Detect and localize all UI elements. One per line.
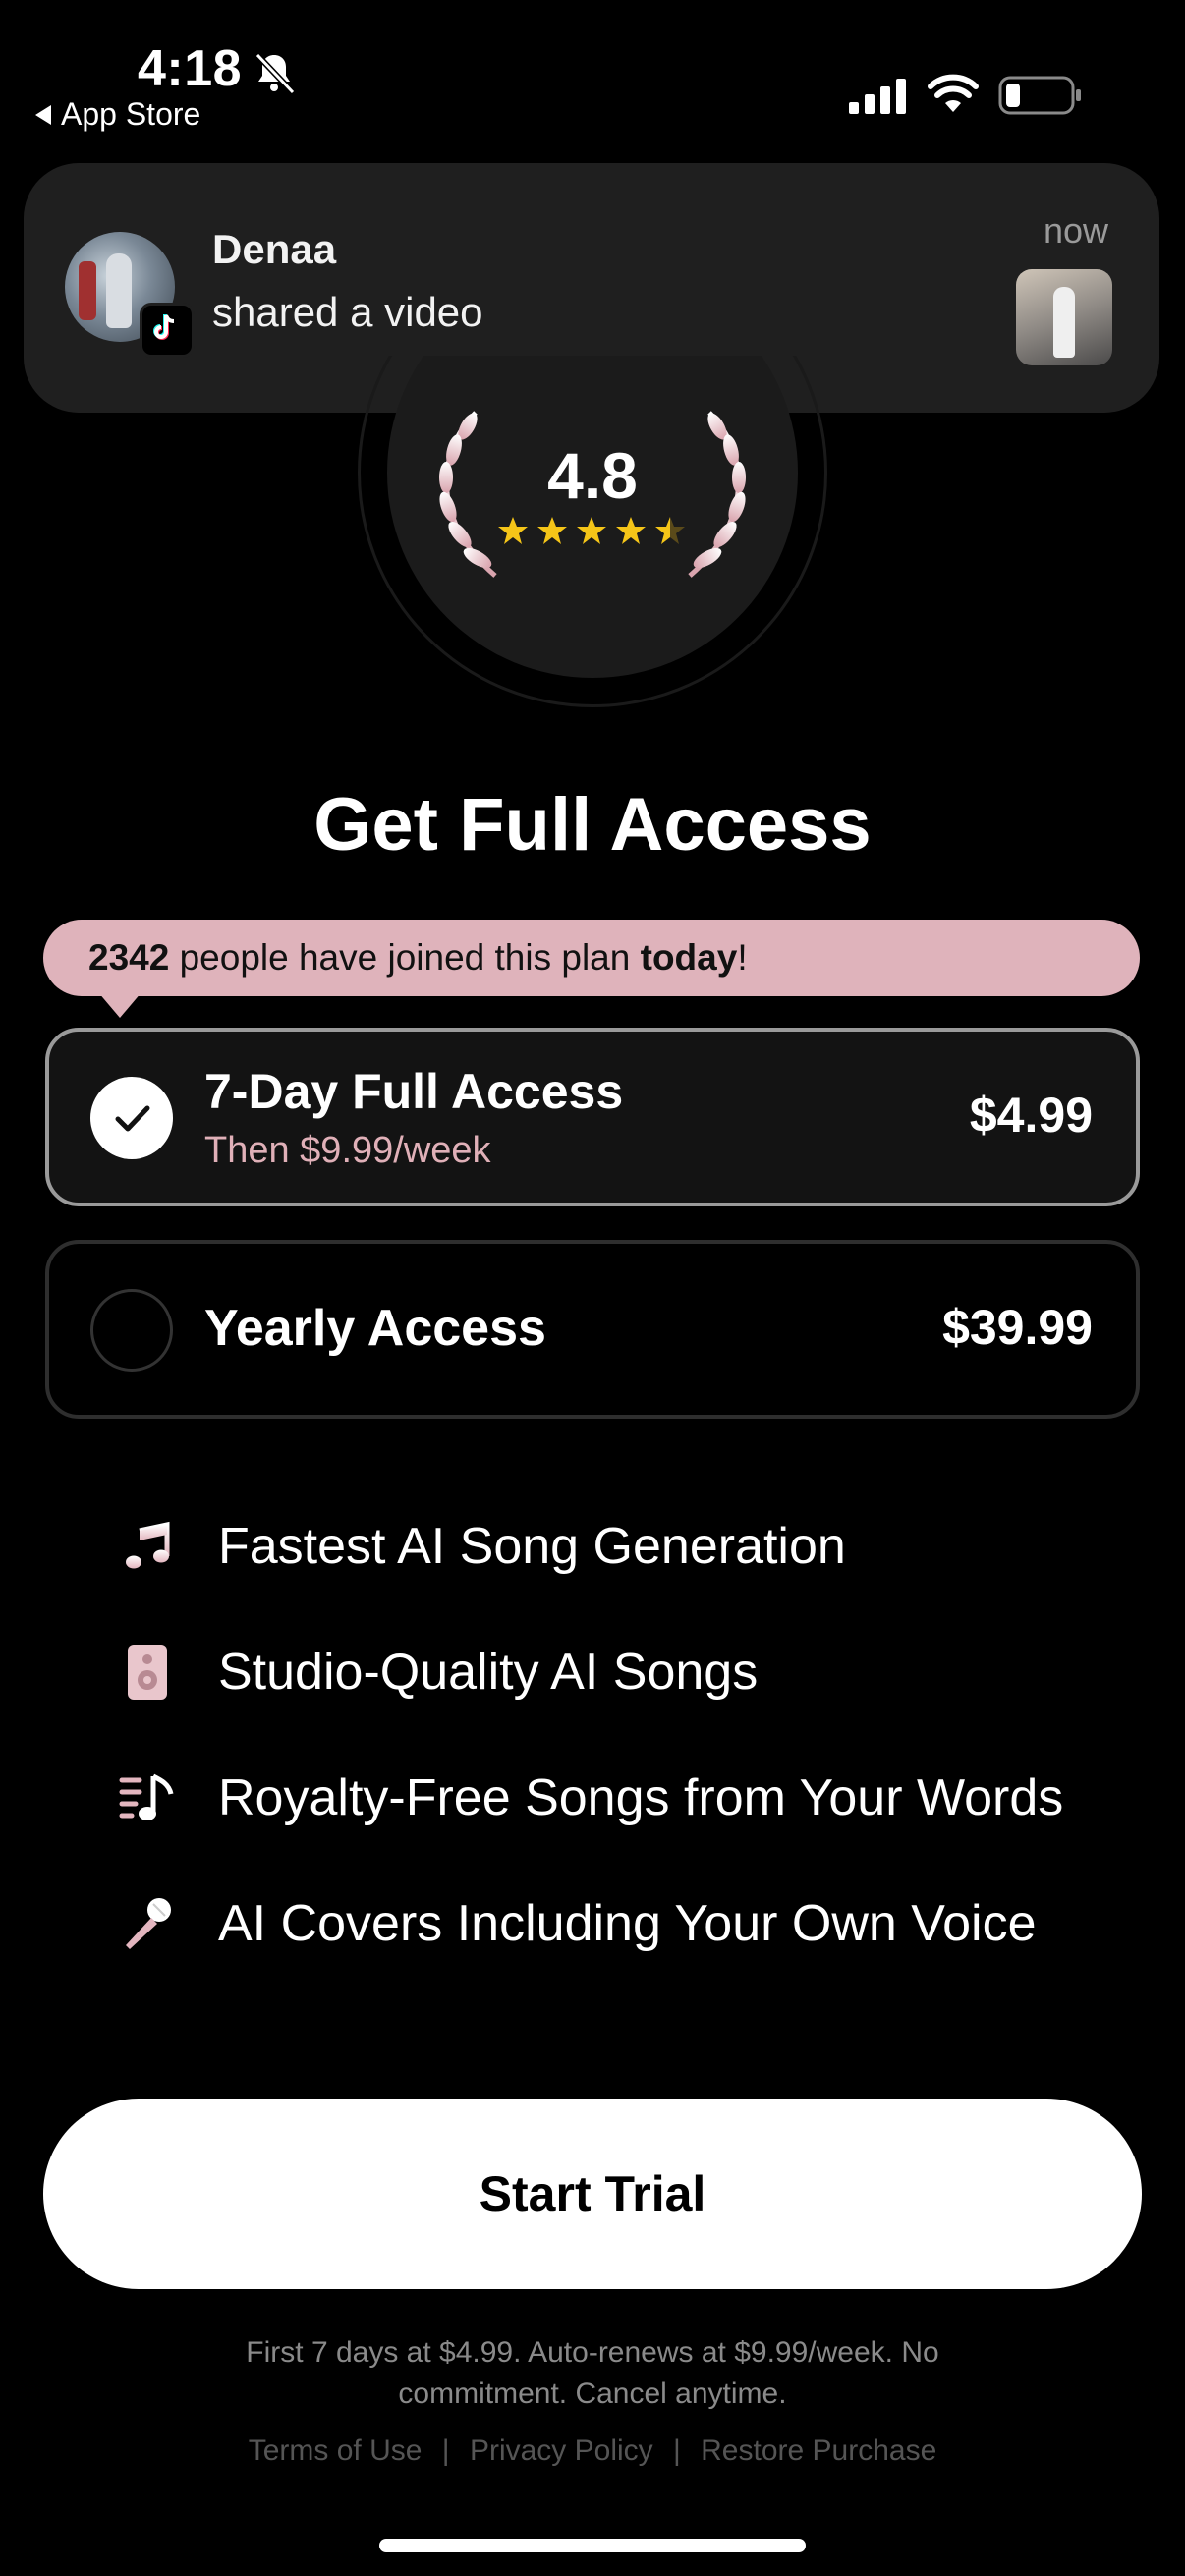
banner-emphasis: today [640,937,738,978]
feature-text: Fastest AI Song Generation [218,1518,846,1575]
lyrics-music-icon [116,1766,179,1829]
plan-price: $39.99 [942,1300,1093,1355]
feature-item: Royalty-Free Songs from Your Words [116,1759,1063,1837]
notification-time: now [1043,210,1108,251]
cellular-signal-icon [849,79,906,114]
music-note-icon [116,1515,179,1578]
battery-icon [998,76,1081,115]
plan-name: 7-Day Full Access [204,1064,624,1119]
feature-text: Royalty-Free Songs from Your Words [218,1769,1064,1826]
terms-link[interactable]: Terms of Use [249,2435,423,2467]
link-separator: | [673,2435,681,2467]
banner-end: ! [737,937,748,978]
footer-links: Terms of Use | Privacy Policy | Restore … [0,2435,1185,2468]
billing-disclaimer: First 7 days at $4.99. Auto-renews at $9… [246,2336,939,2410]
notification-message: shared a video [212,289,483,335]
page-title: Get Full Access [313,783,872,867]
notification-sender: Denaa [212,226,337,272]
status-time: 4:18 [138,40,243,97]
video-thumbnail [1016,269,1112,365]
link-separator: | [441,2435,450,2467]
plan-name: Yearly Access [204,1300,546,1357]
social-proof-banner: 2342 people have joined this plan today! [43,920,1140,996]
feature-item: Fastest AI Song Generation [116,1507,846,1586]
banner-pointer [98,992,141,1018]
banner-text: people have joined this plan [169,937,641,978]
checkmark-icon [115,1105,150,1132]
restore-purchase-link[interactable]: Restore Purchase [701,2435,936,2467]
plan-price: $4.99 [969,1088,1093,1143]
tiktok-icon [140,303,195,358]
start-trial-button[interactable]: Start Trial [43,2099,1142,2289]
joined-count: 2342 [88,937,170,978]
radio-selected[interactable] [90,1077,173,1159]
privacy-link[interactable]: Privacy Policy [470,2435,653,2467]
speaker-icon [116,1641,179,1704]
back-app-label: App Store [61,96,201,132]
wifi-icon [928,74,979,112]
plan-subtitle: Then $9.99/week [204,1130,491,1171]
feature-text: AI Covers Including Your Own Voice [218,1895,1037,1952]
back-arrow-icon [35,104,51,125]
bell-muted-icon [254,52,296,95]
star-rating-icon [498,517,685,544]
back-to-app-store[interactable]: App Store [35,96,200,133]
radio-unselected[interactable] [90,1289,173,1372]
home-indicator[interactable] [379,2539,806,2552]
plan-option-yearly[interactable]: Yearly Access $39.99 [45,1240,1140,1419]
feature-item: Studio-Quality AI Songs [116,1633,758,1711]
rating-value: 4.8 [547,439,638,512]
feature-item: AI Covers Including Your Own Voice [116,1884,1036,1963]
feature-text: Studio-Quality AI Songs [218,1644,759,1701]
microphone-icon [116,1892,179,1955]
plan-option-weekly[interactable]: 7-Day Full Access Then $9.99/week $4.99 [45,1028,1140,1206]
